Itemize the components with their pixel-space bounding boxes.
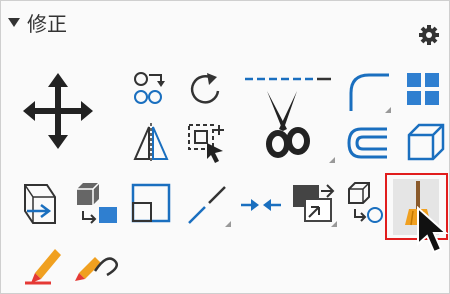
pencil-icon: [25, 249, 61, 285]
chevron-down-icon: [8, 18, 20, 27]
align-icon: [24, 184, 56, 224]
panel-header[interactable]: 修正: [7, 5, 67, 39]
gear-icon[interactable]: [417, 23, 441, 47]
join-button[interactable]: [241, 193, 281, 217]
copy-icon: [134, 72, 165, 104]
mirror-button[interactable]: [129, 121, 173, 165]
pencil-curve-icon: [75, 257, 118, 281]
dropdown-corner: [329, 157, 335, 163]
dropdown-corner: [331, 221, 337, 227]
stretch-icon: [188, 124, 224, 163]
join-icon: [241, 199, 281, 211]
dropdown-corner: [225, 221, 231, 227]
modify-panel: 修正: [0, 0, 450, 294]
copy-nested-icon: [348, 182, 383, 223]
rotate-button[interactable]: [185, 69, 225, 111]
3d-solid-button[interactable]: [403, 121, 447, 165]
stretch-button[interactable]: [185, 121, 229, 165]
copy-base-icon: [77, 182, 117, 224]
copy-button[interactable]: [129, 69, 175, 111]
draw-order-icon: [293, 184, 335, 222]
cube-icon: [407, 123, 445, 161]
scale-icon: [131, 183, 171, 223]
edit-polyline-button[interactable]: [21, 243, 65, 287]
align-button[interactable]: [21, 181, 63, 229]
panel-title: 修正: [27, 11, 67, 36]
dropdown-corner: [385, 107, 391, 113]
array-icon: [407, 73, 439, 105]
rotate-icon: [190, 73, 220, 104]
move-button[interactable]: [23, 71, 93, 151]
scale-button[interactable]: [129, 181, 173, 227]
fillet-button[interactable]: [345, 69, 391, 113]
mouse-cursor-icon: [417, 206, 449, 254]
move-arrows-icon: [23, 73, 93, 149]
scissors-icon: [245, 77, 331, 158]
break-icon: [188, 186, 226, 224]
trim-button[interactable]: [245, 69, 335, 165]
draw-order-button[interactable]: [291, 181, 337, 227]
mirror-icon: [133, 123, 169, 163]
edit-spline-button[interactable]: [73, 247, 121, 281]
offset-button[interactable]: [345, 123, 391, 163]
array-button[interactable]: [405, 71, 445, 107]
offset-icon: [347, 127, 387, 159]
break-button[interactable]: [185, 181, 231, 227]
copy-base-button[interactable]: [73, 181, 121, 227]
copy-nested-button[interactable]: [345, 181, 385, 227]
